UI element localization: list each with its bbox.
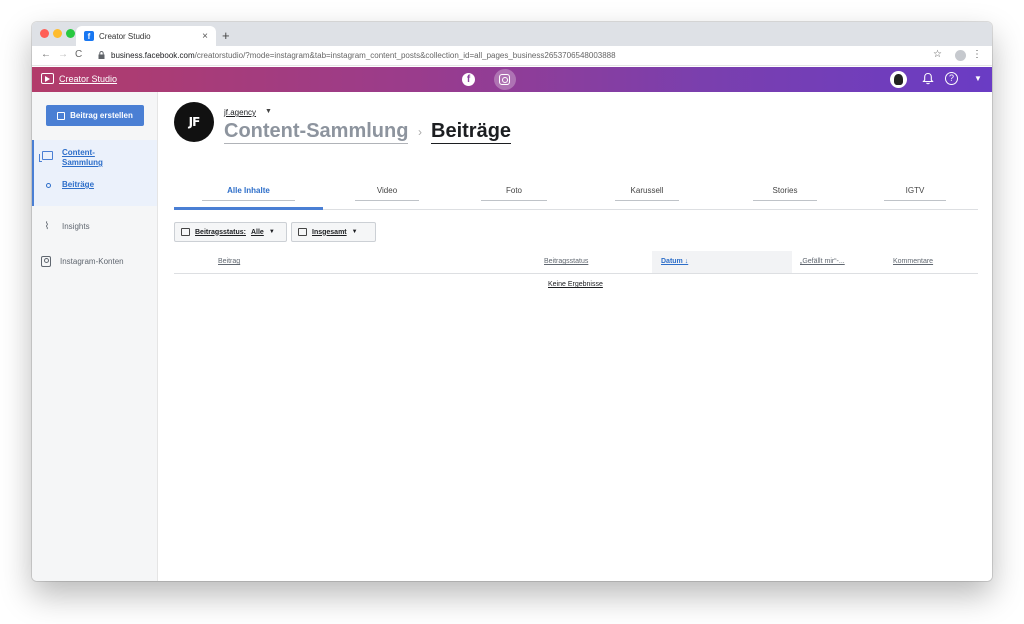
sidebar: Beitrag erstellen Content-Sammlung Beitr… bbox=[32, 92, 158, 581]
content-tabs: Alle Inhalte Video Foto Karussell Storie… bbox=[174, 184, 978, 210]
browser-tab-strip: f Creator Studio × + bbox=[32, 22, 992, 46]
post-status-label: Beitragsstatus: bbox=[195, 228, 246, 236]
create-post-button[interactable]: Beitrag erstellen bbox=[46, 105, 144, 126]
close-window-button[interactable] bbox=[40, 29, 49, 38]
column-header-post[interactable]: Beitrag bbox=[218, 258, 240, 265]
maximize-window-button[interactable] bbox=[66, 29, 75, 38]
browser-window: f Creator Studio × + ← → C business.face… bbox=[32, 22, 992, 581]
bookmark-star-icon[interactable]: ☆ bbox=[933, 49, 942, 60]
url-path: /creatorstudio/?mode=instagram&tab=insta… bbox=[194, 51, 616, 60]
breadcrumb-parent[interactable]: Content-Sammlung bbox=[224, 120, 409, 144]
tab-label: Stories bbox=[752, 184, 818, 201]
instagram-icon[interactable] bbox=[494, 69, 516, 90]
page-title: Beiträge bbox=[431, 120, 512, 144]
collection-icon bbox=[39, 151, 53, 162]
sidebar-item-posts[interactable]: Beiträge bbox=[62, 180, 94, 189]
back-button[interactable]: ← bbox=[41, 49, 51, 60]
insights-icon: ⌇ bbox=[44, 221, 50, 232]
column-header-comments[interactable]: Kommentare bbox=[893, 258, 933, 265]
sidebar-section-content-collection: Content-Sammlung Beiträge bbox=[32, 140, 157, 206]
table-header: Beitrag Beitragsstatus Datum ↓ „Gefällt … bbox=[174, 251, 978, 274]
account-menu-caret-icon[interactable]: ▼ bbox=[974, 74, 982, 83]
account-avatar: JF bbox=[174, 102, 214, 142]
column-header-date[interactable]: Datum ↓ bbox=[652, 251, 792, 273]
profile-icon[interactable] bbox=[955, 50, 966, 61]
bullet-icon bbox=[46, 183, 51, 188]
tab-close-icon[interactable]: × bbox=[202, 31, 208, 42]
chevron-down-icon: ▼ bbox=[268, 229, 275, 235]
tab-label: IGTV bbox=[883, 184, 947, 201]
sidebar-item-accounts-label: Instagram-Konten bbox=[60, 257, 124, 266]
period-filter[interactable]: Insgesamt ▼ bbox=[291, 222, 376, 242]
url-field[interactable]: business.facebook.com/creatorstudio/?mod… bbox=[111, 51, 616, 60]
tab-photo[interactable]: Foto bbox=[461, 184, 567, 210]
bell-icon[interactable] bbox=[922, 72, 934, 85]
account-switcher[interactable]: jf.agency bbox=[224, 108, 256, 117]
post-status-value: Alle bbox=[250, 228, 264, 236]
forward-button[interactable]: → bbox=[58, 49, 68, 60]
create-post-label: Beitrag erstellen bbox=[70, 111, 133, 120]
browser-menu-icon[interactable]: ⋮ bbox=[972, 49, 982, 60]
main-content: JF jf.agency ▼ Content-Sammlung › Beiträ… bbox=[158, 92, 992, 581]
tab-video[interactable]: Video bbox=[334, 184, 440, 210]
tab-carousel[interactable]: Karussell bbox=[594, 184, 700, 210]
column-header-likes[interactable]: „Gefällt mir“-... bbox=[800, 258, 845, 265]
empty-state-text: Keine Ergebnisse bbox=[548, 281, 603, 288]
breadcrumb-separator-icon: › bbox=[418, 125, 422, 139]
tab-all-content[interactable]: Alle Inhalte bbox=[174, 184, 323, 210]
post-status-filter[interactable]: Beitragsstatus: Alle ▼ bbox=[174, 222, 287, 242]
lock-icon bbox=[98, 51, 105, 59]
grid-icon bbox=[298, 228, 307, 236]
tab-label: Karussell bbox=[614, 184, 680, 201]
address-bar: ← → C business.facebook.com/creatorstudi… bbox=[32, 46, 992, 66]
sidebar-item-insights-label: Insights bbox=[62, 222, 90, 231]
tab-label: Foto bbox=[480, 184, 547, 201]
period-value: Insgesamt bbox=[312, 228, 347, 236]
sidebar-item-insights[interactable]: ⌇ Insights bbox=[41, 221, 90, 232]
chevron-down-icon: ▼ bbox=[351, 229, 358, 235]
column-header-status[interactable]: Beitragsstatus bbox=[544, 258, 588, 265]
minimize-window-button[interactable] bbox=[53, 29, 62, 38]
account-caret-icon[interactable]: ▼ bbox=[265, 108, 272, 115]
reload-button[interactable]: C bbox=[75, 49, 82, 60]
facebook-favicon-icon: f bbox=[84, 31, 94, 41]
creator-studio-topbar: Creator Studio f ? ▼ bbox=[32, 67, 992, 92]
new-tab-button[interactable]: + bbox=[222, 28, 230, 43]
column-header-date-label: Datum ↓ bbox=[661, 258, 689, 265]
creator-studio-title[interactable]: Creator Studio bbox=[59, 74, 117, 84]
creator-studio-logo-icon bbox=[41, 73, 54, 84]
tab-stories[interactable]: Stories bbox=[732, 184, 838, 210]
edit-icon bbox=[57, 111, 66, 120]
instagram-account-icon bbox=[41, 256, 51, 267]
help-icon[interactable]: ? bbox=[945, 72, 958, 85]
browser-tab[interactable]: f Creator Studio × bbox=[76, 26, 216, 46]
facebook-icon[interactable]: f bbox=[462, 73, 475, 86]
tab-label: Alle Inhalte bbox=[202, 184, 295, 201]
calendar-icon bbox=[181, 228, 190, 236]
browser-tab-title: Creator Studio bbox=[99, 31, 151, 41]
sidebar-item-content-collection[interactable]: Content-Sammlung bbox=[62, 148, 122, 168]
tab-igtv[interactable]: IGTV bbox=[862, 184, 968, 210]
avatar[interactable] bbox=[890, 71, 907, 88]
sidebar-item-instagram-accounts[interactable]: Instagram-Konten bbox=[41, 256, 124, 267]
url-host: business.facebook.com bbox=[111, 51, 195, 60]
tab-label: Video bbox=[354, 184, 420, 201]
